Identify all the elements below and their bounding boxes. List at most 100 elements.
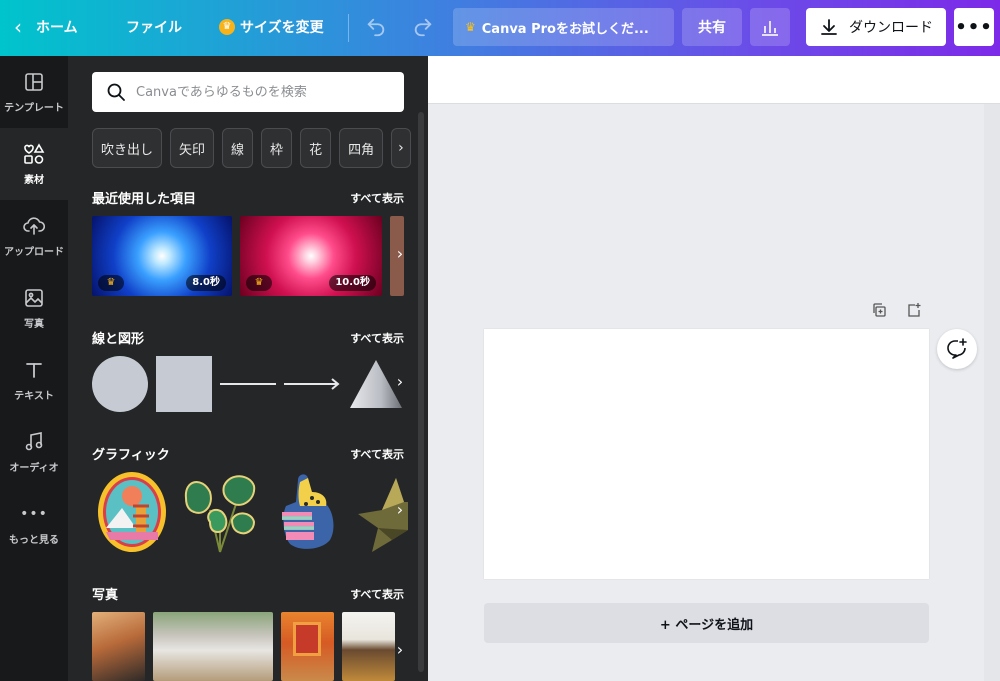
sidebar-item-label: テンプレート: [4, 102, 64, 114]
search-input[interactable]: [136, 84, 396, 100]
undo-icon: [367, 18, 385, 37]
crown-icon: ♛: [98, 275, 124, 291]
elements-panel: 吹き出し 矢印 線 枠 花 四角 › 最近使用した項目 すべて表示 ♛ 8.0秒…: [68, 56, 428, 681]
design-page[interactable]: [484, 329, 929, 579]
download-icon: [821, 19, 837, 35]
toolbar-divider: [348, 14, 349, 42]
home-label: ホーム: [36, 20, 78, 36]
chevron-right-icon[interactable]: ›: [392, 640, 408, 659]
sidebar-item-text[interactable]: テキスト: [0, 344, 68, 416]
chevron-right-icon[interactable]: ›: [392, 372, 408, 391]
redo-icon: [414, 18, 432, 37]
sidebar-item-photos[interactable]: 写真: [0, 272, 68, 344]
photo-icon: [23, 287, 45, 309]
chevron-left-icon: ‹: [14, 15, 22, 39]
sidebar-item-label: 素材: [24, 174, 44, 186]
pro-label: Canva Proをお試しくだ...: [481, 21, 649, 37]
square-shape[interactable]: [156, 356, 212, 412]
download-label: ダウンロード: [849, 20, 933, 36]
sidebar-item-uploads[interactable]: アップロード: [0, 200, 68, 272]
crown-icon: ♛: [246, 275, 272, 291]
section-title-graphics: グラフィック: [92, 448, 170, 463]
text-icon: [23, 359, 45, 381]
add-comment-button[interactable]: [937, 329, 977, 369]
canvas-scrollbar[interactable]: [984, 104, 1000, 681]
chip-speech-bubble[interactable]: 吹き出し: [92, 128, 163, 168]
try-pro-button[interactable]: ♛ Canva Proをお試しくだ...: [453, 8, 674, 46]
comment-plus-icon: [947, 338, 967, 359]
see-all-photos-link[interactable]: すべて表示: [350, 586, 404, 602]
bar-chart-icon: [762, 21, 778, 36]
home-button[interactable]: ‹ ホーム: [14, 8, 78, 46]
sidebar-item-audio[interactable]: オーディオ: [0, 416, 68, 488]
graphic-fuji-pagoda[interactable]: [96, 470, 168, 554]
file-menu-button[interactable]: ファイル: [126, 8, 182, 46]
undo-button[interactable]: [365, 8, 387, 46]
sidebar-item-templates[interactable]: テンプレート: [0, 56, 68, 128]
section-title-photos: 写真: [92, 588, 119, 603]
chevron-right-icon[interactable]: ›: [392, 500, 408, 519]
sidebar-item-label: アップロード: [4, 246, 64, 258]
crown-icon: ♛: [219, 19, 235, 35]
add-page-icon-button[interactable]: [906, 302, 922, 318]
see-all-recent-link[interactable]: すべて表示: [350, 190, 404, 206]
panel-scrollbar[interactable]: [418, 112, 424, 672]
suggestion-chips: 吹き出し 矢印 線 枠 花 四角 ›: [92, 128, 411, 168]
search-box[interactable]: [92, 72, 404, 112]
duplicate-icon: [873, 303, 886, 317]
arrow-line-shape[interactable]: [284, 376, 342, 392]
sidebar-item-label: オーディオ: [9, 462, 59, 474]
line-shape[interactable]: [220, 383, 276, 385]
canvas-area: + ページを追加: [428, 56, 1000, 681]
duration-badge: 8.0秒: [186, 275, 226, 291]
sidebar-item-label: もっと見る: [9, 534, 59, 546]
resize-button[interactable]: ♛ サイズを変更: [219, 8, 324, 46]
left-sidebar: テンプレート 素材 アップロード 写真 テキスト オーディオ ••• もっと見る: [0, 56, 68, 681]
graphic-thumbs-up-hand[interactable]: [272, 470, 338, 554]
redo-button[interactable]: [412, 8, 434, 46]
context-toolbar: [428, 56, 1000, 104]
painting-frame: [293, 622, 321, 656]
insights-button[interactable]: [750, 8, 790, 46]
more-icon: •••: [20, 505, 48, 522]
template-icon: [23, 71, 45, 93]
sidebar-item-label: テキスト: [14, 390, 54, 402]
chevron-right-icon[interactable]: ›: [392, 244, 408, 263]
chips-scroll-right-button[interactable]: ›: [391, 128, 411, 168]
chip-square[interactable]: 四角: [339, 128, 384, 168]
resize-label: サイズを変更: [240, 20, 324, 36]
add-page-button[interactable]: + ページを追加: [484, 603, 929, 643]
see-all-graphics-link[interactable]: すべて表示: [350, 446, 404, 462]
section-title-recent: 最近使用した項目: [92, 192, 197, 207]
photo-thumbnail-picnic[interactable]: [153, 612, 273, 681]
search-icon: [107, 83, 125, 101]
chip-flower[interactable]: 花: [300, 128, 332, 168]
more-options-button[interactable]: •••: [954, 8, 994, 46]
add-page-icon: [908, 303, 921, 317]
sidebar-item-elements[interactable]: 素材: [0, 128, 68, 200]
chip-frame[interactable]: 枠: [261, 128, 293, 168]
photo-thumbnail-sneakers[interactable]: [92, 612, 145, 681]
download-button[interactable]: ダウンロード: [806, 8, 946, 46]
crown-icon: ♛: [465, 20, 476, 34]
duplicate-page-button[interactable]: [871, 302, 887, 318]
recent-video-red-burst[interactable]: ♛ 10.0秒: [240, 216, 382, 296]
top-toolbar: ‹ ホーム ファイル ♛ サイズを変更 ♛ Canva Proをお試しくだ...…: [0, 0, 1000, 56]
elements-icon: [23, 142, 45, 165]
see-all-shapes-link[interactable]: すべて表示: [350, 330, 404, 346]
chip-line[interactable]: 線: [222, 128, 254, 168]
graphic-monstera-leaves[interactable]: [180, 470, 260, 554]
sidebar-item-label: 写真: [24, 318, 44, 330]
circle-shape[interactable]: [92, 356, 148, 412]
photo-thumbnail-painting[interactable]: [281, 612, 334, 681]
section-title-shapes: 線と図形: [92, 332, 145, 347]
upload-icon: [23, 215, 45, 237]
recent-video-blue-burst[interactable]: ♛ 8.0秒: [92, 216, 232, 296]
chip-arrow[interactable]: 矢印: [170, 128, 215, 168]
chevron-right-icon: ›: [398, 140, 404, 156]
duration-badge: 10.0秒: [329, 275, 376, 291]
share-button[interactable]: 共有: [682, 8, 742, 46]
photo-thumbnail-person[interactable]: [342, 612, 395, 681]
audio-icon: [23, 431, 45, 453]
sidebar-item-more[interactable]: ••• もっと見る: [0, 488, 68, 560]
